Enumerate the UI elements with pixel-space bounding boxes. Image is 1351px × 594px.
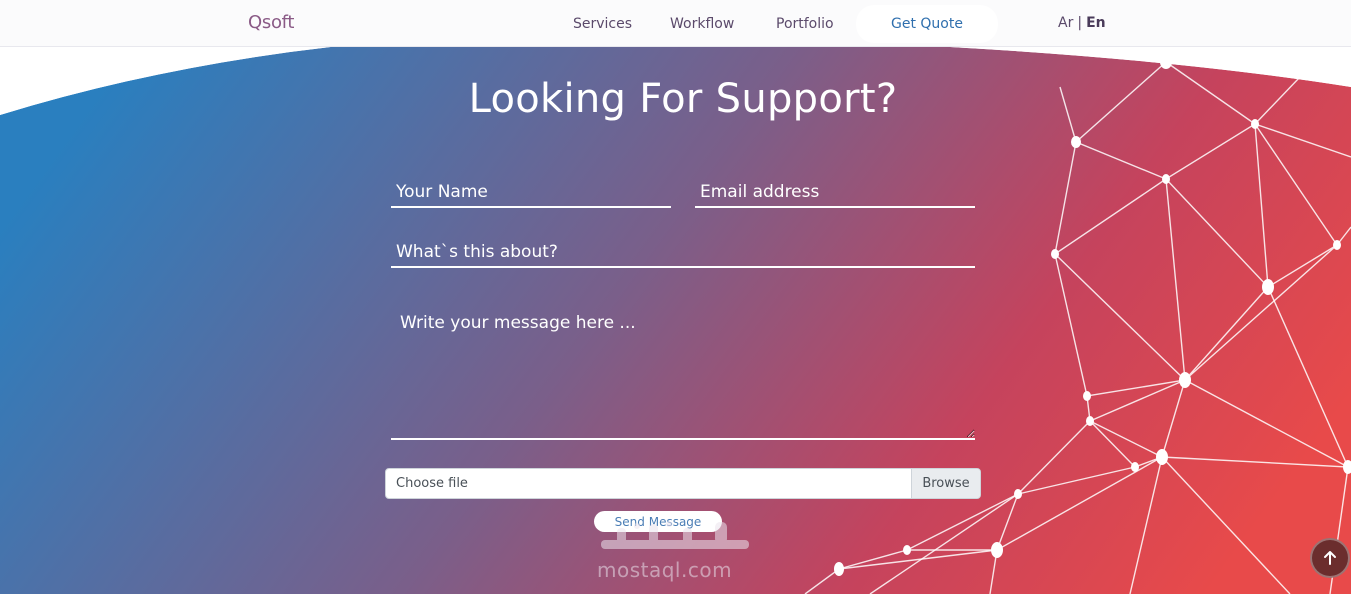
browse-button[interactable]: Browse bbox=[911, 469, 980, 498]
message-textarea[interactable] bbox=[391, 305, 975, 440]
nav-link-services[interactable]: Services bbox=[573, 16, 632, 32]
brand-logo[interactable]: Qsoft bbox=[248, 12, 294, 33]
name-input[interactable] bbox=[391, 177, 671, 208]
email-input[interactable] bbox=[695, 177, 975, 208]
support-section: Looking For Support? Choose file Browse … bbox=[0, 47, 1351, 594]
watermark-text: mostaql.com bbox=[597, 558, 733, 582]
top-navbar: Qsoft Services Workflow Portfolio Get Qu… bbox=[0, 0, 1351, 47]
nav-link-workflow[interactable]: Workflow bbox=[670, 16, 734, 32]
nav-link-portfolio[interactable]: Portfolio bbox=[776, 16, 834, 32]
get-quote-button[interactable]: Get Quote bbox=[856, 5, 998, 43]
file-upload-label: Choose file bbox=[396, 476, 468, 491]
watermark: mostaql.com bbox=[597, 520, 757, 590]
page-title: Looking For Support? bbox=[468, 76, 898, 122]
arrow-up-icon bbox=[1324, 551, 1336, 565]
subject-input[interactable] bbox=[391, 237, 975, 268]
lang-ar-link[interactable]: Ar bbox=[1058, 15, 1073, 31]
lang-en-link[interactable]: En bbox=[1086, 15, 1106, 31]
lang-separator: | bbox=[1077, 15, 1083, 31]
language-switcher: Ar | En bbox=[1058, 15, 1106, 31]
file-upload-field[interactable]: Choose file Browse bbox=[385, 468, 981, 499]
scroll-to-top-button[interactable] bbox=[1310, 538, 1350, 578]
watermark-arabic-logo bbox=[601, 521, 749, 549]
